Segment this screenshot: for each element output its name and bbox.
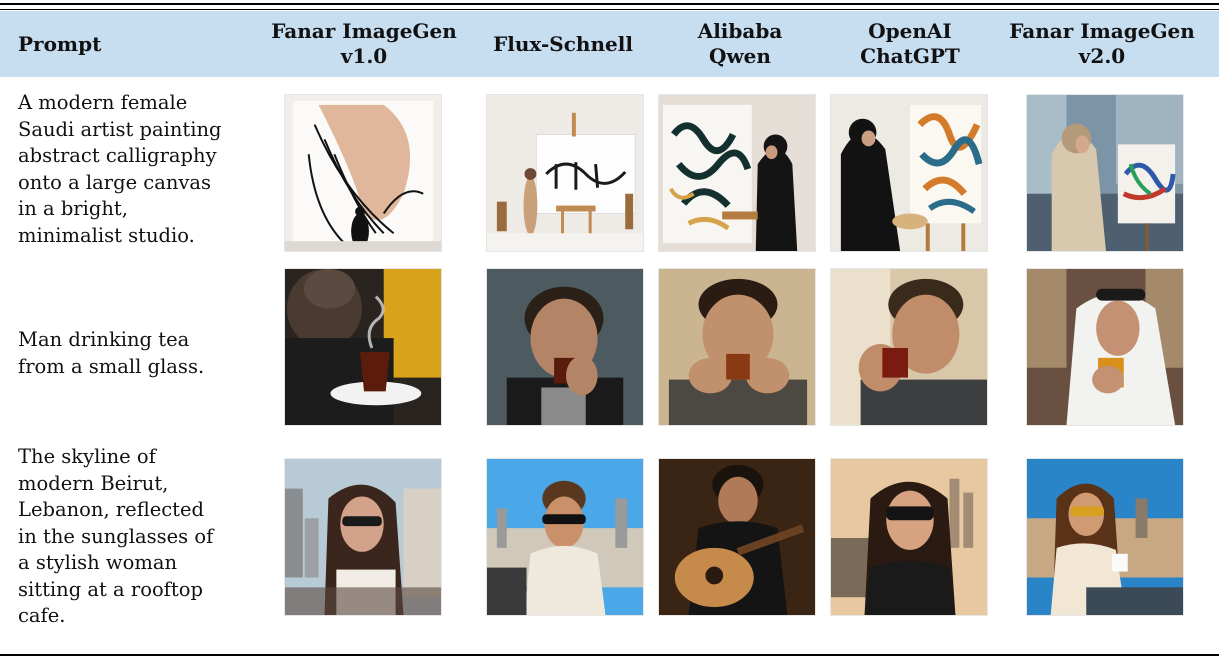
- image-row3-openai-chatgpt: [830, 458, 988, 616]
- artist-painting-image: [831, 95, 987, 251]
- prompt-line: onto a large canvas: [18, 170, 212, 194]
- header-fanar-v2-line2: v2.0: [1078, 44, 1126, 68]
- artist-painting-image: [659, 95, 815, 251]
- header-fanar-v1: Fanar ImageGen v1.0: [258, 11, 470, 77]
- rooftop-woman-image: [1027, 459, 1183, 615]
- image-row3-fanar-v1: [284, 458, 442, 616]
- image-row1-fanar-v2: [1026, 94, 1184, 252]
- prompt-row-3: The skyline of modern Beirut, Lebanon, r…: [18, 444, 258, 630]
- rooftop-woman-image: [487, 459, 643, 615]
- artist-painting-image: [487, 95, 643, 251]
- header-openai-chatgpt: OpenAI ChatGPT: [828, 11, 992, 77]
- prompt-line: minimalist studio.: [18, 223, 195, 247]
- musician-oud-image: [659, 459, 815, 615]
- prompt-line: Man drinking tea: [18, 328, 190, 351]
- prompt-line: A modern female: [18, 91, 188, 114]
- prompt-line: from a small glass.: [18, 354, 205, 378]
- header-prompt: Prompt: [18, 11, 218, 77]
- image-row2-alibaba-qwen: [658, 268, 816, 426]
- prompt-line: abstract calligraphy: [18, 144, 217, 167]
- prompt-line: cafe.: [18, 604, 66, 627]
- artist-painting-image: [285, 95, 441, 251]
- header-fanar-v2-line1: Fanar ImageGen: [1009, 19, 1195, 43]
- man-drinking-tea-image: [659, 269, 815, 425]
- prompt-line: in a bright,: [18, 197, 128, 220]
- prompt-line: Saudi artist painting: [18, 117, 222, 141]
- prompt-row-2: Man drinking tea from a small glass.: [18, 327, 258, 380]
- image-row3-fanar-v2: [1026, 458, 1184, 616]
- header-alibaba-qwen: Alibaba Qwen: [660, 11, 820, 77]
- header-alibaba-qwen-line2: Qwen: [709, 44, 771, 68]
- prompt-line: a stylish woman: [18, 551, 178, 574]
- header-prompt-label: Prompt: [18, 31, 102, 56]
- table-top-rule: [0, 3, 1219, 5]
- prompt-line: sitting at a rooftop: [18, 577, 203, 601]
- man-drinking-tea-image: [487, 269, 643, 425]
- table-bottom-rule: [0, 654, 1219, 656]
- header-fanar-v1-line1: Fanar ImageGen: [271, 19, 457, 43]
- header-alibaba-qwen-line1: Alibaba: [697, 19, 783, 43]
- artist-painting-image: [1027, 95, 1183, 251]
- image-row2-fanar-v2: [1026, 268, 1184, 426]
- header-fanar-v2: Fanar ImageGen v2.0: [996, 11, 1208, 77]
- man-drinking-tea-image: [831, 269, 987, 425]
- prompt-line: in the sunglasses of: [18, 524, 214, 548]
- prompt-line: Lebanon, reflected: [18, 498, 205, 521]
- prompt-line: The skyline of: [18, 445, 156, 468]
- man-drinking-tea-image: [285, 269, 441, 425]
- image-row2-fanar-v1: [284, 268, 442, 426]
- image-row1-openai-chatgpt: [830, 94, 988, 252]
- header-openai-chatgpt-line1: OpenAI: [868, 19, 952, 43]
- header-flux-schnell-label: Flux-Schnell: [493, 31, 633, 56]
- image-row2-openai-chatgpt: [830, 268, 988, 426]
- rooftop-woman-image: [285, 459, 441, 615]
- image-row1-alibaba-qwen: [658, 94, 816, 252]
- header-flux-schnell: Flux-Schnell: [474, 11, 652, 77]
- image-row2-flux-schnell: [486, 268, 644, 426]
- image-row3-flux-schnell: [486, 458, 644, 616]
- image-row1-flux-schnell: [486, 94, 644, 252]
- prompt-line: modern Beirut,: [18, 471, 169, 495]
- man-drinking-tea-image: [1027, 269, 1183, 425]
- table-top-rule-thin: [0, 9, 1219, 10]
- header-fanar-v1-line2: v1.0: [340, 44, 388, 68]
- header-openai-chatgpt-line2: ChatGPT: [860, 44, 960, 68]
- image-row3-alibaba-qwen: [658, 458, 816, 616]
- rooftop-woman-image: [831, 459, 987, 615]
- prompt-row-1: A modern female Saudi artist painting ab…: [18, 90, 258, 249]
- image-row1-fanar-v1: [284, 94, 442, 252]
